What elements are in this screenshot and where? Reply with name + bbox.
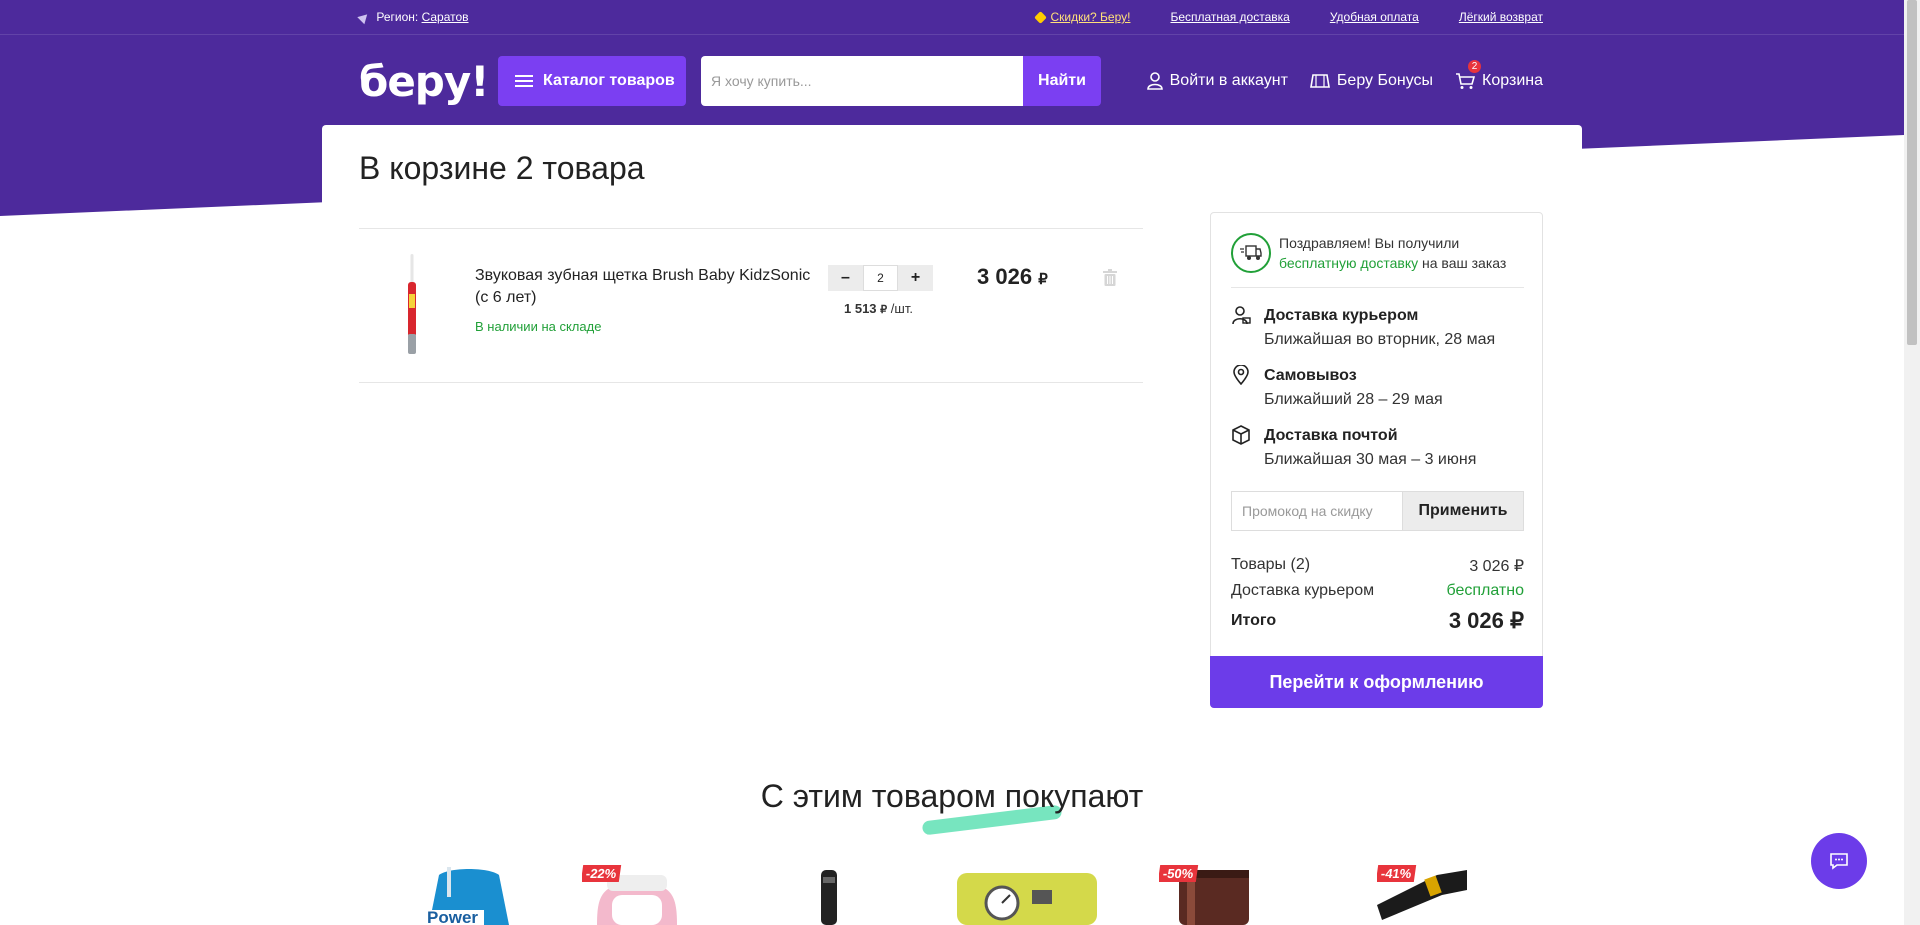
item-total-price: 3 026 ₽ — [977, 264, 1048, 290]
sale-badge: -41% — [1377, 865, 1417, 882]
header-actions: Войти в аккаунт Беру Бонусы 2 Корзина — [1146, 60, 1543, 90]
sale-badge: -22% — [582, 865, 622, 882]
free-delivery-link[interactable]: бесплатную доставку — [1279, 255, 1418, 271]
promo-input[interactable] — [1231, 491, 1402, 531]
product-card[interactable]: -22% — [582, 865, 692, 925]
option-date: Ближайшая во вторник, 28 мая — [1264, 331, 1496, 348]
unit-price-value: 1 513 — [844, 301, 877, 316]
catalog-button[interactable]: Каталог товаров — [498, 56, 686, 106]
also-bought-title: С этим товаром покупают — [760, 778, 1144, 814]
topbar-links: Скидки? Беру! Бесплатная доставка Удобна… — [1034, 10, 1543, 25]
menu-icon — [515, 75, 533, 87]
quantity-stepper: – + — [828, 265, 933, 291]
user-icon — [1146, 72, 1163, 90]
cart-count-badge: 2 — [1468, 60, 1482, 73]
cart-label: Корзина — [1482, 72, 1543, 89]
sale-badge: -50% — [1159, 865, 1199, 882]
delivery-label: Доставка курьером — [1231, 582, 1375, 599]
region-label: Регион: — [376, 10, 419, 24]
total-value: 3 026 ₽ — [1448, 608, 1524, 633]
chat-icon — [1830, 853, 1848, 870]
total-label: Итого — [1231, 612, 1277, 629]
search-button[interactable]: Найти — [1023, 56, 1101, 106]
location-arrow-icon — [357, 11, 371, 25]
chat-button[interactable] — [1811, 833, 1867, 889]
bonus-link[interactable]: Беру Бонусы — [1309, 72, 1434, 90]
page-scrollbar[interactable] — [1904, 0, 1920, 925]
promo-form: Применить — [1231, 491, 1524, 531]
topbar-divider — [0, 34, 1904, 35]
unit-price-currency: ₽ — [880, 304, 888, 316]
delivery-value: бесплатно — [1446, 582, 1525, 599]
cart-page: В корзине 2 товара Звуковая зубная щетка… — [322, 125, 1582, 925]
product-card[interactable] — [779, 865, 879, 925]
congrats-text: Поздравляем! Вы получили — [1279, 235, 1460, 251]
logo[interactable]: беру! — [359, 57, 498, 106]
product-card[interactable]: Power — [409, 865, 519, 925]
free-delivery-notice: Поздравляем! Вы получили бесплатную дост… — [1231, 233, 1524, 288]
catalog-label: Каталог товаров — [543, 72, 675, 89]
goods-row: Товары (2) 3 026 ₽ — [1231, 556, 1524, 576]
option-date: Ближайший 28 – 29 мая — [1264, 391, 1443, 408]
cart-link[interactable]: 2 Корзина — [1455, 60, 1543, 90]
option-title: Самовывоз — [1264, 367, 1357, 384]
main-header: беру! Каталог товаров Найти Войти в акка… — [359, 56, 1543, 106]
order-summary: Поздравляем! Вы получили бесплатную дост… — [1210, 212, 1543, 708]
product-name[interactable]: Звуковая зубная щетка Brush Baby KidzSon… — [475, 265, 820, 309]
product-image[interactable] — [404, 254, 420, 354]
goods-label: Товары (2) — [1231, 556, 1311, 573]
delivery-option-pickup: Самовывоз Ближайший 28 – 29 мая — [1231, 365, 1443, 413]
login-label: Войти в аккаунт — [1169, 72, 1288, 89]
payment-link[interactable]: Удобная оплата — [1330, 10, 1419, 24]
total-row: Итого 3 026 ₽ — [1231, 608, 1524, 634]
region-value-link[interactable]: Саратов — [422, 10, 469, 24]
bonus-icon — [1309, 74, 1330, 88]
scrollbar-thumb[interactable] — [1907, 0, 1917, 345]
option-date: Ближайшая 30 мая – 3 июня — [1264, 451, 1477, 468]
delivery-truck-icon — [1231, 233, 1271, 273]
region-selector[interactable]: Регион: Саратов — [357, 10, 469, 25]
delivery-row: Доставка курьером бесплатно — [1231, 582, 1524, 600]
also-bought-carousel: Power -22% -50% -41% — [359, 865, 1543, 925]
pin-icon — [1233, 365, 1249, 385]
delivery-option-courier: Доставка курьером Ближайшая во вторник, … — [1231, 305, 1495, 353]
cart-icon — [1456, 73, 1476, 89]
option-title: Доставка курьером — [1264, 307, 1419, 324]
discounts-link-wrap[interactable]: Скидки? Беру! — [1034, 10, 1130, 25]
courier-icon — [1232, 306, 1251, 325]
increase-button[interactable]: + — [898, 265, 933, 291]
unit-price: 1 513 ₽ /шт. — [844, 301, 913, 316]
product-card[interactable] — [952, 865, 1102, 925]
item-price-currency: ₽ — [1038, 271, 1048, 288]
bonus-label: Беру Бонусы — [1336, 72, 1434, 89]
delete-icon[interactable] — [1103, 269, 1117, 286]
unit-price-suffix: /шт. — [890, 301, 913, 316]
apply-promo-button[interactable]: Применить — [1402, 491, 1524, 531]
product-image — [957, 873, 1097, 925]
search-input[interactable] — [701, 56, 1023, 106]
search-form: Найти — [701, 56, 1101, 106]
tag-icon — [1034, 11, 1048, 25]
product-card[interactable]: -41% — [1377, 865, 1467, 925]
free-delivery-link[interactable]: Бесплатная доставка — [1170, 10, 1289, 24]
return-link[interactable]: Лёгкий возврат — [1459, 10, 1543, 24]
quantity-input[interactable] — [863, 265, 898, 291]
product-image — [821, 870, 837, 925]
box-icon — [1232, 425, 1250, 445]
login-link[interactable]: Войти в аккаунт — [1146, 72, 1288, 90]
product-card[interactable]: -50% — [1159, 865, 1269, 925]
page-title: В корзине 2 товара — [359, 150, 645, 186]
congrats-suffix: на ваш заказ — [1422, 255, 1507, 271]
stock-status: В наличии на складе — [475, 319, 602, 334]
decrease-button[interactable]: – — [828, 265, 863, 291]
goods-value: 3 026 ₽ — [1469, 558, 1524, 575]
option-title: Доставка почтой — [1264, 427, 1398, 444]
checkout-button[interactable]: Перейти к оформлению — [1210, 656, 1543, 708]
cart-items: Звуковая зубная щетка Brush Baby KidzSon… — [359, 228, 1143, 383]
product-label: Power — [427, 908, 479, 925]
delivery-option-post: Доставка почтой Ближайшая 30 мая – 3 июн… — [1231, 425, 1476, 473]
discounts-link[interactable]: Скидки? Беру! — [1050, 10, 1130, 24]
item-price-value: 3 026 — [977, 264, 1033, 289]
topbar: Регион: Саратов Скидки? Беру! Бесплатная… — [357, 0, 1543, 34]
